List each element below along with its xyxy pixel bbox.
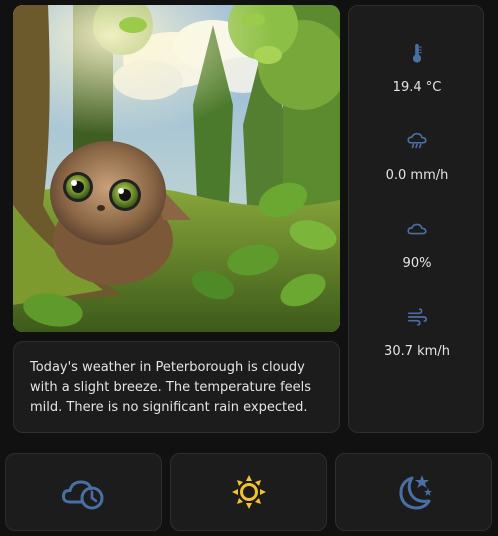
forecast-button[interactable]	[5, 453, 162, 531]
precipitation-stat: 0.0 mm/h	[349, 130, 485, 183]
forest-creature-image	[13, 5, 340, 332]
wind-speed-value: 30.7 km/h	[384, 344, 450, 359]
cloud-icon	[407, 223, 427, 235]
cloud-cover-stat: 90%	[349, 218, 485, 271]
weather-dashboard: Today's weather in Peterborough is cloud…	[0, 0, 498, 536]
wind-icon	[407, 308, 427, 326]
night-mode-button[interactable]	[335, 453, 492, 531]
wind-speed-stat: 30.7 km/h	[349, 306, 485, 359]
cloud-clock-icon	[61, 480, 103, 510]
moon-stars-icon	[398, 475, 432, 510]
temperature-value: 19.4 °C	[392, 80, 442, 95]
cloud-cover-value: 90%	[402, 256, 432, 271]
weather-summary-text: Today's weather in Peterborough is cloud…	[30, 360, 312, 415]
rain-cloud-icon	[407, 132, 427, 149]
thermometer-icon	[412, 43, 422, 63]
weather-stats-panel: 19.4 °C 0.0 mm/h 90% 30.7 km/h	[348, 5, 484, 433]
day-mode-button[interactable]	[170, 453, 327, 531]
sun-icon	[231, 475, 266, 509]
precipitation-value: 0.0 mm/h	[385, 168, 449, 183]
weather-illustration	[13, 5, 340, 332]
weather-summary-card: Today's weather in Peterborough is cloud…	[13, 341, 340, 433]
temperature-stat: 19.4 °C	[349, 42, 485, 95]
